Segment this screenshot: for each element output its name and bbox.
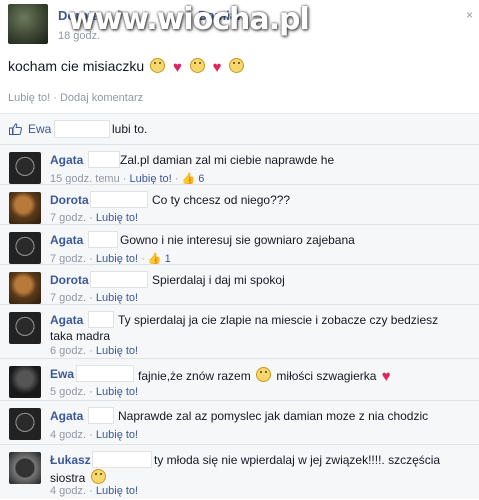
liker-name[interactable]: Ewa	[28, 122, 51, 136]
separator: ·	[50, 92, 60, 104]
comment-text-continued-line: siostra	[50, 469, 108, 485]
comment: Agata Ty spierdalaj ja cie zlapie na mie…	[0, 304, 479, 359]
commenter-name[interactable]: Agata	[50, 153, 83, 167]
comment-meta: 5 godz. · Lubię to!	[50, 386, 138, 398]
comment-like-link[interactable]: Lubię to!	[96, 212, 138, 224]
commenter-avatar[interactable]	[9, 232, 41, 264]
add-comment-link[interactable]: Dodaj komentarz	[60, 92, 143, 104]
comment-text-line: fajnie,że znów razem miłości szwagierka …	[138, 367, 393, 385]
commenter-name[interactable]: Dorota	[50, 193, 89, 207]
comment-like-link[interactable]: Lubię to!	[96, 292, 138, 304]
comment-like-link[interactable]: Lubię to!	[96, 429, 138, 441]
comment-meta: 6 godz. · Lubię to!	[50, 345, 138, 357]
comment-time[interactable]: 6 godz.	[50, 345, 86, 357]
commenter-avatar[interactable]	[9, 452, 41, 484]
heart-icon: ♥	[172, 59, 182, 76]
comments-list: Agata Zal.pl damian zal mi ciebie napraw…	[0, 144, 479, 499]
comment: Agata Naprawde zal az pomyslec jak damia…	[0, 400, 479, 445]
comment-text: ty młoda się nie wpierdalaj w jej związe…	[154, 453, 441, 467]
redaction	[88, 311, 114, 328]
comment-time[interactable]: 7 godz.	[50, 212, 86, 224]
watermark: www.wiocha.pl	[68, 2, 310, 37]
comment-text-continued: siostra	[50, 471, 86, 485]
commenter-name[interactable]: Dorota	[50, 273, 89, 287]
like-link[interactable]: Lubię to!	[8, 92, 50, 104]
comment-meta: 4 godz. · Lubię to!	[50, 429, 138, 441]
smile-emoji-icon	[256, 367, 272, 382]
commenter-avatar[interactable]	[9, 312, 41, 344]
close-icon[interactable]: ×	[466, 8, 473, 22]
dot: ·	[89, 386, 96, 398]
comment-text: fajnie,że znów razem	[138, 369, 251, 383]
author-avatar[interactable]	[8, 4, 48, 44]
dot: ·	[89, 429, 96, 441]
commenter-avatar[interactable]	[9, 192, 41, 224]
comment: Dorota Co ty chcesz od niego??? 7 godz. …	[0, 184, 479, 225]
dot: ·	[89, 485, 96, 497]
commenter-name[interactable]: Ewa	[50, 367, 74, 381]
smile-emoji-icon	[189, 58, 205, 73]
comment-meta: 7 godz. · Lubię to!	[50, 292, 138, 304]
comment: Łukasz ty młoda się nie wpierdalaj w jej…	[0, 444, 479, 500]
redaction	[90, 191, 148, 208]
comment-time[interactable]: 5 godz.	[50, 386, 86, 398]
comment-meta: 7 godz. · Lubię to!	[50, 212, 138, 224]
post-header: Dorota ▶ Damian 18 godz. www.wiocha.pl ×	[0, 0, 479, 50]
comment-text: Zal.pl damian zal mi ciebie naprawde he	[120, 153, 335, 167]
post-actions: Lubię to! · Dodaj komentarz	[8, 92, 143, 104]
comment: Agata Zal.pl damian zal mi ciebie napraw…	[0, 144, 479, 185]
comment: Dorota Spierdalaj i daj mi spokoj 7 godz…	[0, 264, 479, 305]
comment-like-link[interactable]: Lubię to!	[96, 386, 138, 398]
commenter-name[interactable]: Agata	[50, 313, 83, 327]
commenter-name[interactable]: Agata	[50, 409, 83, 423]
comment-time[interactable]: 4 godz.	[50, 485, 86, 497]
comment-text: Naprawde zal az pomyslec jak damian moze…	[118, 409, 429, 423]
redaction	[88, 231, 118, 248]
comment-like-link[interactable]: Lubię to!	[96, 345, 138, 357]
heart-icon: ♥	[212, 59, 222, 76]
commenter-name[interactable]: Łukasz	[50, 453, 91, 467]
smile-emoji-icon	[229, 58, 245, 73]
commenter-avatar[interactable]	[9, 366, 41, 398]
commenter-avatar[interactable]	[9, 272, 41, 304]
smile-emoji-icon	[90, 469, 106, 484]
redaction	[92, 451, 152, 468]
redaction	[90, 271, 148, 288]
post-text: kocham cie misiaczku	[8, 58, 145, 74]
comment-text-continued: taka madra	[50, 329, 111, 343]
comment-time[interactable]: 7 godz.	[50, 292, 86, 304]
commenter-name[interactable]: Agata	[50, 233, 83, 247]
dot: ·	[89, 345, 96, 357]
likes-summary: Ewa lubi to.	[0, 114, 479, 144]
dot: ·	[89, 292, 96, 304]
comment-text: Gowno i nie interesuj sie gowniaro zajeb…	[120, 233, 355, 247]
commenter-avatar[interactable]	[9, 408, 41, 440]
redaction	[54, 120, 110, 138]
comment-time[interactable]: 4 godz.	[50, 429, 86, 441]
comment-text: Spierdalaj i daj mi spokoj	[152, 273, 285, 287]
thumbs-up-icon	[9, 123, 22, 135]
comment-text-b: miłości szwagierka	[276, 369, 377, 383]
likes-suffix: lubi to.	[112, 122, 148, 136]
heart-icon: ♥	[381, 368, 391, 385]
comment-text: Co ty chcesz od niego???	[152, 193, 291, 207]
post-body: kocham cie misiaczku ♥ ♥	[8, 58, 246, 76]
comment: Agata Gowno i nie interesuj sie gowniaro…	[0, 224, 479, 265]
redaction	[76, 365, 134, 382]
comment-text: Ty spierdalaj ja cie zlapie na miescie i…	[118, 313, 439, 327]
redaction	[88, 407, 114, 424]
comment-like-link[interactable]: Lubię to!	[96, 485, 138, 497]
comment-meta: 4 godz. · Lubię to!	[50, 485, 138, 497]
comment: Ewa fajnie,że znów razem miłości szwagie…	[0, 358, 479, 401]
dot: ·	[89, 212, 96, 224]
smile-emoji-icon	[150, 58, 166, 73]
redaction	[88, 151, 120, 168]
commenter-avatar[interactable]	[9, 152, 41, 184]
